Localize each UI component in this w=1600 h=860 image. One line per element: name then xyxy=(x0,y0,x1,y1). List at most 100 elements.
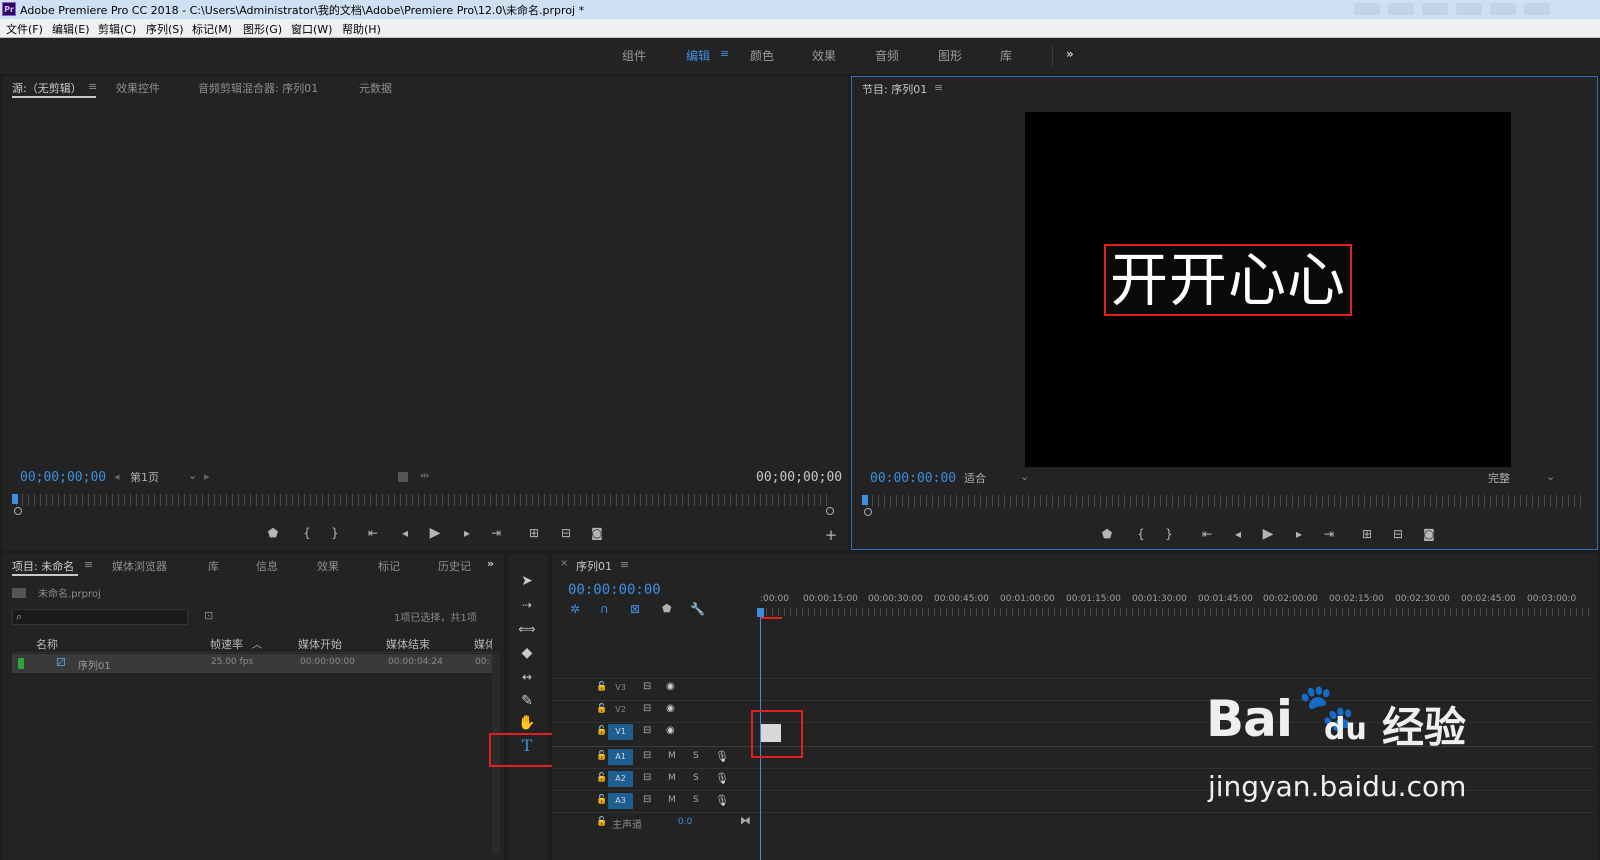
a2-sync-icon[interactable]: ⊟ xyxy=(643,772,651,783)
a1-sync-icon[interactable]: ⊟ xyxy=(643,750,651,761)
program-tab-menu-icon[interactable]: ≡ xyxy=(934,81,943,94)
nest-toggle-icon[interactable]: ✲ xyxy=(570,602,580,616)
program-playhead[interactable] xyxy=(862,495,868,505)
a3-lock-icon[interactable]: 🔓 xyxy=(596,795,607,805)
step-forward-icon[interactable]: ▸ xyxy=(458,526,476,540)
v1-eye-icon[interactable]: ◉ xyxy=(666,725,675,736)
timeline-ruler-ticks[interactable] xyxy=(760,608,1594,616)
wrench-icon[interactable]: 🔧 xyxy=(690,602,705,616)
track-v1-label[interactable]: V1 xyxy=(608,724,633,740)
timeline-timecode[interactable]: 00:00:00:00 xyxy=(568,582,661,598)
menu-window[interactable]: 窗口(W) xyxy=(291,21,332,37)
program-time-ruler[interactable] xyxy=(866,495,1584,507)
page-prev-icon[interactable]: ◂ xyxy=(114,470,120,483)
a2-mute-button[interactable]: M xyxy=(668,773,676,783)
column-media-start[interactable]: 媒体开始 xyxy=(298,636,342,652)
tab-markers[interactable]: 标记 xyxy=(378,558,400,574)
program-mark-in-icon[interactable]: { xyxy=(1132,527,1150,541)
slip-tool-icon[interactable]: ↔ xyxy=(518,668,536,686)
tab-program[interactable]: 节目: 序列01 xyxy=(862,81,927,97)
go-to-in-icon[interactable]: ⇤ xyxy=(364,526,382,540)
v3-eye-icon[interactable]: ◉ xyxy=(666,681,675,692)
timeline-playhead[interactable] xyxy=(757,608,764,617)
lift-icon[interactable]: ⊞ xyxy=(1358,527,1376,541)
source-tab-menu-icon[interactable]: ≡ xyxy=(88,80,97,93)
window-control-3[interactable] xyxy=(1422,3,1448,15)
a3-solo-button[interactable]: S xyxy=(693,795,699,805)
sequence-tab-menu-icon[interactable]: ≡ xyxy=(620,558,629,571)
v2-lock-icon[interactable]: 🔓 xyxy=(596,704,607,714)
program-video-frame[interactable]: 开开心心 xyxy=(1025,112,1511,467)
title-text[interactable]: 开开心心 xyxy=(1109,248,1347,312)
page-select[interactable]: 第1页 xyxy=(130,469,159,485)
track-a2-label[interactable]: A2 xyxy=(608,771,633,787)
workspace-color[interactable]: 颜色 xyxy=(750,47,774,64)
program-timecode[interactable]: 00:00:00:00 xyxy=(870,471,956,486)
menu-help[interactable]: 帮助(H) xyxy=(342,21,381,37)
fit-dropdown-icon[interactable]: ⌄ xyxy=(1020,470,1029,483)
a3-sync-icon[interactable]: ⊟ xyxy=(643,794,651,805)
quality-dropdown-icon[interactable]: ⌄ xyxy=(1546,470,1555,483)
window-control-1[interactable] xyxy=(1354,3,1380,15)
program-go-to-in-icon[interactable]: ⇤ xyxy=(1198,527,1216,541)
play-icon[interactable]: ▶ xyxy=(426,525,444,541)
program-play-icon[interactable]: ▶ xyxy=(1259,526,1277,542)
tab-media-browser[interactable]: 媒体浏览器 xyxy=(112,558,167,574)
v3-lock-icon[interactable]: 🔓 xyxy=(596,682,607,692)
overwrite-icon[interactable]: ⊟ xyxy=(557,526,575,540)
program-step-back-icon[interactable]: ◂ xyxy=(1229,527,1247,541)
workspace-audio[interactable]: 音频 xyxy=(875,47,899,64)
ripple-edit-tool-icon[interactable]: ⟺ xyxy=(518,620,536,638)
a1-mute-button[interactable]: M xyxy=(668,751,676,761)
mark-in-icon[interactable]: { xyxy=(298,526,316,540)
v3-sync-icon[interactable]: ⊟ xyxy=(643,681,651,692)
master-lock-icon[interactable]: 🔓 xyxy=(596,817,607,827)
zoom-handle-right[interactable] xyxy=(826,507,834,515)
insert-overlay-icon[interactable]: ⇹ xyxy=(420,469,429,482)
column-name[interactable]: 名称 xyxy=(36,636,58,652)
track-a1-label[interactable]: A1 xyxy=(608,749,633,765)
snap-icon[interactable]: ∩ xyxy=(600,602,609,616)
track-select-tool-icon[interactable]: ⇢ xyxy=(518,596,536,614)
menu-file[interactable]: 文件(F) xyxy=(6,21,43,37)
a2-lock-icon[interactable]: 🔓 xyxy=(596,773,607,783)
menu-graphics[interactable]: 图形(G) xyxy=(243,21,282,37)
hand-tool-icon[interactable]: ✋ xyxy=(518,714,536,732)
workspace-menu-icon[interactable]: ≡ xyxy=(720,47,729,60)
a3-mute-button[interactable]: M xyxy=(668,795,676,805)
work-area-bar[interactable] xyxy=(760,617,782,619)
v1-sync-icon[interactable]: ⊟ xyxy=(643,725,651,736)
tab-project[interactable]: 项目: 未命名 xyxy=(12,558,74,574)
menu-edit[interactable]: 编辑(E) xyxy=(52,21,90,37)
fit-select[interactable]: 适合 xyxy=(964,470,986,486)
sort-ascending-icon[interactable]: ︿ xyxy=(252,636,262,651)
workspace-assembly[interactable]: 组件 xyxy=(622,47,646,64)
v2-sync-icon[interactable]: ⊟ xyxy=(643,703,651,714)
program-marker-icon[interactable]: ⬟ xyxy=(1098,527,1116,541)
add-marker-icon[interactable]: ⬟ xyxy=(264,526,282,540)
tab-effects[interactable]: 效果 xyxy=(317,558,339,574)
tab-effect-controls[interactable]: 效果控件 xyxy=(116,80,160,96)
selection-tool-icon[interactable]: ➤ xyxy=(518,572,536,590)
linked-selection-icon[interactable]: ⊠ xyxy=(630,602,640,616)
a3-mic-icon[interactable]: 🎙 xyxy=(715,794,729,807)
workspace-overflow-icon[interactable]: » xyxy=(1066,47,1074,61)
tab-metadata[interactable]: 元数据 xyxy=(359,80,392,96)
source-time-ruler[interactable] xyxy=(16,494,832,506)
new-search-bin-icon[interactable]: ⊡ xyxy=(204,609,213,622)
a1-lock-icon[interactable]: 🔓 xyxy=(596,751,607,761)
menu-sequence[interactable]: 序列(S) xyxy=(146,21,184,37)
close-button[interactable] xyxy=(1524,3,1550,15)
extract-icon[interactable]: ⊟ xyxy=(1389,527,1407,541)
track-a3-label[interactable]: A3 xyxy=(608,793,633,809)
workspace-editing[interactable]: 编辑 xyxy=(686,47,710,64)
program-go-to-out-icon[interactable]: ⇥ xyxy=(1320,527,1338,541)
window-control-2[interactable] xyxy=(1388,3,1414,15)
tab-info[interactable]: 信息 xyxy=(256,558,278,574)
timeline-marker-icon[interactable]: ⬟ xyxy=(662,602,672,615)
project-search-input[interactable]: ⌕ xyxy=(12,609,188,625)
program-step-forward-icon[interactable]: ▸ xyxy=(1290,527,1308,541)
menu-clip[interactable]: 剪辑(C) xyxy=(98,21,136,37)
column-media-end[interactable]: 媒体结束 xyxy=(386,636,430,652)
table-row[interactable]: ⚂ 序列01 25.00 fps 00:00:00:00 00:00:04:24… xyxy=(12,654,492,673)
